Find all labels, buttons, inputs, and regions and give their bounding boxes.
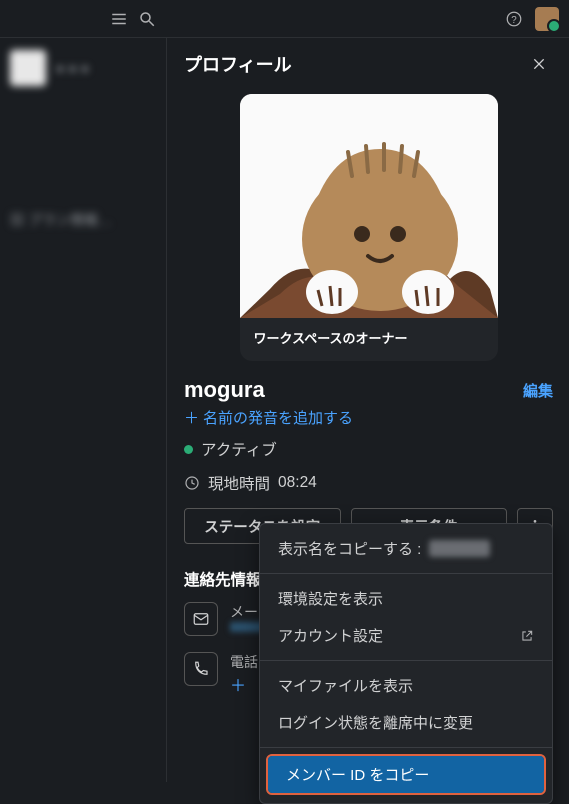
phone-label: 電話 <box>230 652 258 672</box>
menu-account-settings-label: アカウント設定 <box>278 625 383 646</box>
email-icon <box>184 602 218 636</box>
edit-link[interactable]: 編集 <box>523 380 553 401</box>
sidebar-item[interactable]: ● ● ● <box>0 38 166 98</box>
highlighted-frame: メンバー ID をコピー <box>266 754 546 795</box>
menu-show-prefs-label: 環境設定を表示 <box>278 588 383 609</box>
menu-show-prefs[interactable]: 環境設定を表示 <box>260 580 552 617</box>
sidebar-item[interactable]: ▧ プラン情報… <box>0 198 166 242</box>
mogura-illustration <box>240 94 498 318</box>
menu-account-settings[interactable]: アカウント設定 <box>260 617 552 654</box>
help-icon[interactable]: ? <box>505 10 523 28</box>
display-name-chip: name <box>429 540 490 557</box>
presence-dot <box>184 445 193 454</box>
more-menu: 表示名をコピーする : name 環境設定を表示 アカウント設定 マイファイルを… <box>259 523 553 804</box>
svg-text:?: ? <box>511 14 517 25</box>
menu-copy-display-name-label: 表示名をコピーする : <box>278 538 421 559</box>
plus-icon: ＋ <box>184 407 199 428</box>
menu-set-away[interactable]: ログイン状態を離席中に変更 <box>260 704 552 741</box>
add-pronunciation-link[interactable]: ＋ 名前の発音を追加する <box>168 403 569 432</box>
menu-my-files[interactable]: マイファイルを表示 <box>260 667 552 704</box>
menu-my-files-label: マイファイルを表示 <box>278 675 413 696</box>
add-phone-link[interactable]: ＋ <box>230 672 258 696</box>
history-icon[interactable] <box>110 10 128 28</box>
channel-sidebar: ● ● ● ▧ プラン情報… <box>0 38 167 782</box>
search-icon[interactable] <box>138 10 156 28</box>
display-name: mogura <box>184 377 265 403</box>
presence-label: アクティブ <box>201 438 277 460</box>
profile-avatar[interactable] <box>240 94 498 318</box>
panel-title: プロフィール <box>184 51 292 77</box>
avatar <box>10 50 46 86</box>
local-time-value: 08:24 <box>278 474 317 492</box>
sidebar-item-label: ▧ プラン情報… <box>10 210 112 230</box>
close-button[interactable] <box>525 50 553 78</box>
menu-separator <box>260 747 552 748</box>
external-link-icon <box>520 629 534 643</box>
avatar-card: ワークスペースのオーナー <box>240 94 498 361</box>
menu-separator <box>260 573 552 574</box>
user-avatar-corner[interactable] <box>535 7 559 31</box>
role-label: ワークスペースのオーナー <box>240 318 498 349</box>
phone-icon <box>184 652 218 686</box>
menu-separator <box>260 660 552 661</box>
local-time-label: 現地時間 <box>208 472 270 494</box>
clock-icon <box>184 475 200 491</box>
menu-copy-display-name[interactable]: 表示名をコピーする : name <box>260 530 552 567</box>
menu-copy-member-id[interactable]: メンバー ID をコピー <box>268 756 544 793</box>
sidebar-item-label: ● ● ● <box>56 60 89 76</box>
pronunciation-label: 名前の発音を追加する <box>203 407 353 428</box>
menu-set-away-label: ログイン状態を離席中に変更 <box>278 712 473 733</box>
